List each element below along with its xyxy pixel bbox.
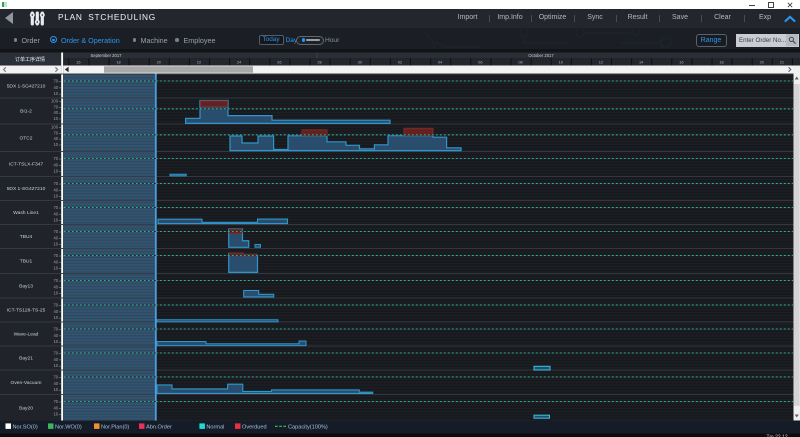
svg-text:10: 10 bbox=[53, 266, 58, 271]
svg-text:70: 70 bbox=[53, 399, 58, 404]
svg-text:70: 70 bbox=[53, 79, 58, 84]
svg-text:40: 40 bbox=[53, 162, 58, 167]
svg-text:September 2017: September 2017 bbox=[91, 53, 123, 58]
svg-text:10: 10 bbox=[53, 242, 58, 247]
svg-text:16: 16 bbox=[76, 60, 80, 65]
svg-text:10: 10 bbox=[53, 218, 58, 223]
svg-text:Normal: Normal bbox=[206, 424, 224, 430]
svg-text:70: 70 bbox=[53, 104, 58, 109]
svg-text:10: 10 bbox=[53, 315, 58, 320]
svg-text:40: 40 bbox=[53, 405, 58, 410]
svg-text:Bay20: Bay20 bbox=[19, 405, 33, 411]
svg-text:5DX 1-SG427210: 5DX 1-SG427210 bbox=[7, 186, 46, 192]
svg-text:TBU4: TBU4 bbox=[20, 234, 33, 240]
svg-text:Nor.Plan(0): Nor.Plan(0) bbox=[101, 424, 129, 430]
svg-text:40: 40 bbox=[53, 309, 58, 314]
svg-text:40: 40 bbox=[53, 136, 58, 141]
svg-text:40: 40 bbox=[53, 357, 58, 362]
svg-text:70: 70 bbox=[53, 130, 58, 135]
svg-text:40: 40 bbox=[53, 333, 58, 338]
svg-text:40: 40 bbox=[53, 235, 58, 240]
svg-text:18: 18 bbox=[116, 60, 120, 65]
svg-text:70: 70 bbox=[53, 351, 58, 356]
svg-text:26: 26 bbox=[277, 60, 281, 65]
svg-text:70: 70 bbox=[53, 253, 58, 258]
svg-text:Abn.Order: Abn.Order bbox=[146, 424, 172, 430]
svg-text:Nor.SO(0): Nor.SO(0) bbox=[13, 424, 38, 430]
svg-text:ICT-TSLX-F347: ICT-TSLX-F347 bbox=[9, 162, 44, 168]
svg-text:5DX 1-SG427210: 5DX 1-SG427210 bbox=[7, 84, 46, 90]
svg-text:October 2017: October 2017 bbox=[528, 53, 554, 58]
svg-text:BI1-2: BI1-2 bbox=[20, 109, 32, 115]
svg-text:10: 10 bbox=[53, 91, 58, 96]
svg-text:16: 16 bbox=[679, 60, 683, 65]
svg-text:40: 40 bbox=[53, 85, 58, 90]
svg-text:40: 40 bbox=[53, 259, 58, 264]
svg-text:70: 70 bbox=[53, 303, 58, 308]
svg-text:40: 40 bbox=[53, 211, 58, 216]
svg-text:70: 70 bbox=[53, 156, 58, 161]
svg-text:TBU1: TBU1 bbox=[20, 259, 33, 265]
svg-text:10: 10 bbox=[53, 363, 58, 368]
svg-text:28: 28 bbox=[317, 60, 321, 65]
svg-text:10: 10 bbox=[53, 387, 58, 392]
svg-text:Wave-Lead: Wave-Lead bbox=[14, 332, 39, 338]
svg-text:22: 22 bbox=[197, 60, 201, 65]
svg-text:70: 70 bbox=[53, 375, 58, 380]
svg-text:40: 40 bbox=[53, 381, 58, 386]
svg-text:40: 40 bbox=[53, 187, 58, 192]
svg-text:10: 10 bbox=[53, 291, 58, 296]
svg-text:Capacity(100%): Capacity(100%) bbox=[288, 424, 328, 430]
svg-text:12: 12 bbox=[599, 60, 603, 65]
svg-text:40: 40 bbox=[53, 284, 58, 289]
svg-text:40: 40 bbox=[53, 110, 58, 115]
svg-text:70: 70 bbox=[53, 229, 58, 234]
svg-text:10: 10 bbox=[53, 339, 58, 344]
svg-text:100: 100 bbox=[51, 125, 59, 130]
svg-text:Wash Line1: Wash Line1 bbox=[13, 210, 39, 216]
svg-text:10: 10 bbox=[53, 142, 58, 147]
svg-text:订单工序详情: 订单工序详情 bbox=[15, 56, 45, 63]
svg-text:OTC2: OTC2 bbox=[19, 135, 32, 141]
svg-text:Bay13: Bay13 bbox=[19, 283, 33, 289]
svg-text:08: 08 bbox=[518, 60, 522, 65]
svg-text:70: 70 bbox=[53, 181, 58, 186]
svg-text:70: 70 bbox=[53, 278, 58, 283]
svg-text:21: 21 bbox=[780, 60, 784, 65]
svg-text:10: 10 bbox=[53, 116, 58, 121]
svg-text:Overdued: Overdued bbox=[242, 424, 267, 430]
svg-text:70: 70 bbox=[53, 205, 58, 210]
svg-text:Nor.WO(0): Nor.WO(0) bbox=[55, 424, 82, 430]
svg-text:ICT-TS128-TS-25: ICT-TS128-TS-25 bbox=[7, 308, 46, 314]
svg-text:10: 10 bbox=[53, 169, 58, 174]
svg-text:10: 10 bbox=[53, 194, 58, 199]
svg-text:18: 18 bbox=[719, 60, 723, 65]
svg-text:10: 10 bbox=[53, 412, 58, 417]
svg-text:70: 70 bbox=[53, 327, 58, 332]
svg-text:06: 06 bbox=[478, 60, 482, 65]
svg-text:Oven-Vacuum: Oven-Vacuum bbox=[11, 380, 42, 386]
svg-text:Bay21: Bay21 bbox=[19, 356, 33, 362]
svg-text:100: 100 bbox=[51, 99, 59, 104]
svg-text:02: 02 bbox=[398, 60, 402, 65]
